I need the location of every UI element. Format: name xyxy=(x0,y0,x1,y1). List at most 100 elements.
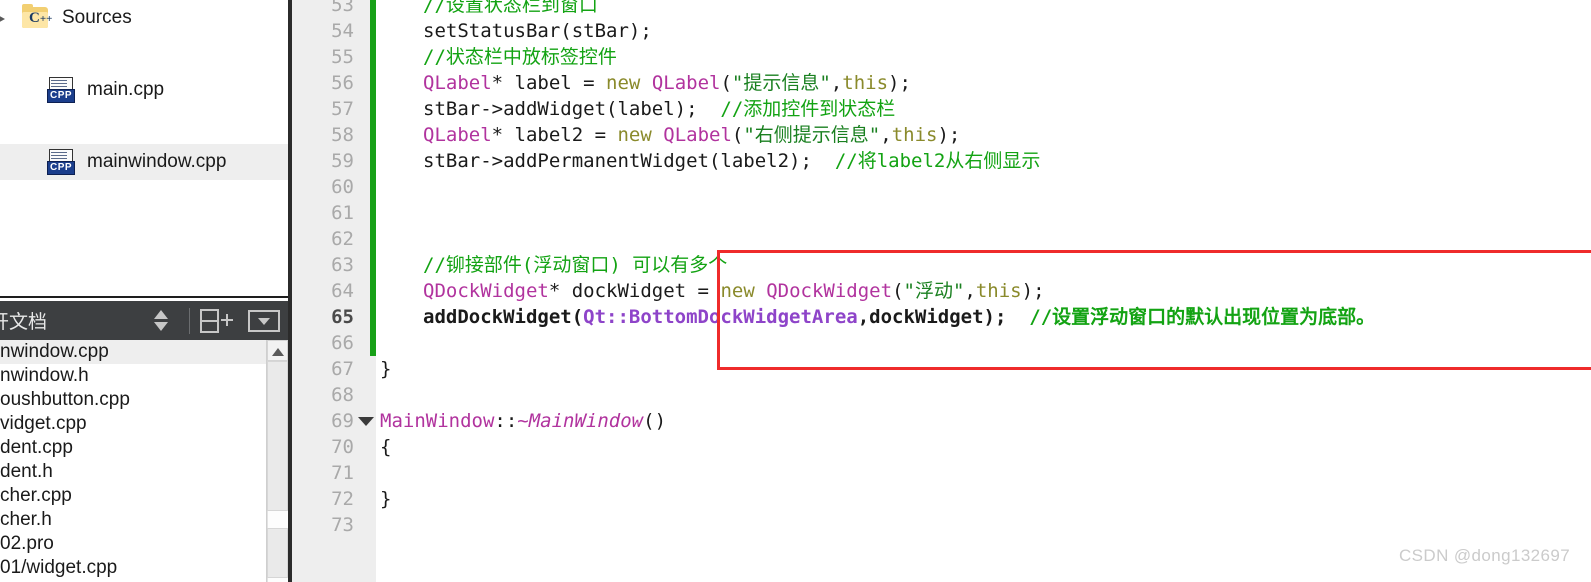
watermark: CSDN @dong132697 xyxy=(1399,546,1571,565)
gutter-line[interactable]: 62 xyxy=(292,226,376,252)
line-number: 58 xyxy=(331,124,354,146)
code-token: "浮动" xyxy=(903,280,965,302)
gutter-line[interactable]: 61 xyxy=(292,200,376,226)
cpp-file-icon: CPP xyxy=(47,76,75,104)
gutter-line[interactable]: 53 xyxy=(292,0,376,18)
code-token: } xyxy=(380,358,392,380)
gutter-line[interactable]: 72 xyxy=(292,486,376,512)
sync-updown-icon[interactable] xyxy=(151,308,171,334)
code-token: //设置状态栏到窗口 xyxy=(423,0,598,16)
code-line[interactable]: //设置状态栏到窗口 xyxy=(423,0,598,18)
code-token: new xyxy=(720,280,755,302)
gutter-line[interactable]: 55 xyxy=(292,44,376,70)
open-document-item[interactable]: cher.h xyxy=(0,508,272,532)
code-token: QDockWidget xyxy=(766,280,893,302)
combo-dropdown-icon[interactable] xyxy=(248,309,280,332)
gutter-line[interactable]: 56 xyxy=(292,70,376,96)
gutter-line[interactable]: 54 xyxy=(292,18,376,44)
open-documents-scrollbar[interactable] xyxy=(266,340,288,582)
gutter-line[interactable]: 66 xyxy=(292,330,376,356)
code-editor[interactable]: 53 54 55 56 57 58 59 60 61 62 63 64 65 66 67 68 69 70 71 72… xyxy=(292,0,1591,582)
tree-label-sources: Sources xyxy=(62,7,132,28)
line-number: 72 xyxy=(331,488,354,510)
code-token: QLabel xyxy=(651,72,721,94)
code-token: //添加控件到状态栏 xyxy=(720,98,896,120)
open-document-item[interactable]: dent.h xyxy=(0,460,272,484)
editor-code-area[interactable]: //设置状态栏到窗口 setStatusBar(stBar); //状态栏中放标签控… xyxy=(376,0,1591,582)
code-line[interactable]: stBar->addWidget(label); //添加控件到状态栏 xyxy=(423,96,895,122)
expand-arrow-icon[interactable] xyxy=(0,12,5,26)
gutter-line[interactable]: 73 xyxy=(292,512,376,538)
code-token: this xyxy=(975,280,1022,302)
code-line[interactable]: //铆接部件(浮动窗口) 可以有多个 xyxy=(423,252,727,278)
scrollbar-thumb-lower[interactable] xyxy=(267,528,288,578)
open-document-item[interactable]: dent.cpp xyxy=(0,436,272,460)
code-line[interactable]: stBar->addPermanentWidget(label2); //将la… xyxy=(423,148,1040,174)
open-document-item[interactable]: nwindow.cpp xyxy=(0,340,272,364)
code-token: //铆接部件(浮动窗口) 可以有多个 xyxy=(423,254,728,276)
code-line[interactable]: setStatusBar(stBar); xyxy=(423,18,652,44)
scrollbar-thumb[interactable] xyxy=(267,361,288,511)
code-token: , xyxy=(964,280,976,302)
scroll-up-arrow-icon[interactable] xyxy=(267,340,288,361)
code-line[interactable]: } xyxy=(380,356,391,382)
gutter-line[interactable]: 58 xyxy=(292,122,376,148)
code-line[interactable]: QLabel* label2 = new QLabel("右侧提示信息",thi… xyxy=(423,122,960,148)
gutter-line[interactable]: 71 xyxy=(292,460,376,486)
split-add-icon[interactable] xyxy=(200,308,234,333)
gutter-line[interactable]: 69 xyxy=(292,408,376,434)
code-token: Qt::BottomDockWidgetArea xyxy=(583,306,858,328)
code-token: () xyxy=(643,410,667,432)
gutter-line[interactable]: 65 xyxy=(292,304,376,330)
tree-row-sources[interactable]: C++ Sources xyxy=(0,0,290,36)
line-number: 59 xyxy=(331,150,354,172)
open-document-item[interactable]: 01/widget.cpp xyxy=(0,556,272,580)
open-document-item[interactable]: 02.pro xyxy=(0,532,272,556)
code-line[interactable]: } xyxy=(380,486,391,512)
code-token: , xyxy=(830,72,843,94)
gutter-line[interactable]: 64 xyxy=(292,278,376,304)
gutter-line[interactable]: 70 xyxy=(292,434,376,460)
code-token: this xyxy=(891,124,938,146)
code-line[interactable]: MainWindow::~MainWindow() xyxy=(380,408,666,434)
project-tree[interactable]: C++ Sources CPP main.cpp CPP mainwindow.… xyxy=(0,0,290,300)
gutter-line[interactable]: 68 xyxy=(292,382,376,408)
line-number: 69 xyxy=(331,410,354,432)
gutter-line[interactable]: 63 xyxy=(292,252,376,278)
line-number: 60 xyxy=(331,176,354,198)
gutter-line[interactable]: 59 xyxy=(292,148,376,174)
tree-row-mainwindow-cpp[interactable]: CPP mainwindow.cpp xyxy=(0,144,290,180)
line-number: 66 xyxy=(331,332,354,354)
open-document-item[interactable]: vidget.cpp xyxy=(0,412,272,436)
code-token: stBar->addPermanentWidget(label2); xyxy=(423,150,835,172)
code-token: ); xyxy=(1021,280,1045,302)
code-line[interactable]: //状态栏中放标签控件 xyxy=(423,44,617,70)
open-documents-list[interactable]: nwindow.cpp nwindow.h oushbutton.cpp vidget… xyxy=(0,340,272,582)
code-token: :: xyxy=(494,410,518,432)
code-line[interactable]: addDockWidget(Qt::BottomDockWidgetArea,d… xyxy=(423,304,1375,330)
code-line[interactable]: QDockWidget* dockWidget = new QDockWidge… xyxy=(423,278,1045,304)
code-token: ); xyxy=(937,124,961,146)
editor-gutter[interactable]: 53 54 55 56 57 58 59 60 61 62 63 64 65 66 67 68 69 70 71 72… xyxy=(292,0,376,582)
gutter-line[interactable]: 60 xyxy=(292,174,376,200)
gutter-line[interactable]: 57 xyxy=(292,96,376,122)
code-token: //状态栏中放标签控件 xyxy=(423,46,617,68)
fold-triangle-icon[interactable] xyxy=(358,417,374,426)
open-document-item[interactable]: nwindow.h xyxy=(0,364,272,388)
code-token: //将label2从右侧显示 xyxy=(834,150,1041,172)
code-token: } xyxy=(380,488,392,510)
open-document-item[interactable]: cher.cpp xyxy=(0,484,272,508)
pane-divider[interactable] xyxy=(0,296,290,300)
line-number: 57 xyxy=(331,98,354,120)
open-document-item[interactable]: oushbutton.cpp xyxy=(0,388,272,412)
line-number: 62 xyxy=(331,228,354,250)
tree-row-main-cpp[interactable]: CPP main.cpp xyxy=(0,72,290,108)
gutter-line[interactable]: 67 xyxy=(292,356,376,382)
code-line[interactable]: { xyxy=(380,434,391,460)
cpp-file-icon: CPP xyxy=(47,148,75,176)
ide-window: C++ Sources CPP main.cpp CPP mainwindow.… xyxy=(0,0,1591,582)
code-token: //设置浮动窗口的默认出现位置为底部。 xyxy=(1029,306,1376,328)
code-line[interactable]: QLabel* label = new QLabel("提示信息",this); xyxy=(423,70,911,96)
